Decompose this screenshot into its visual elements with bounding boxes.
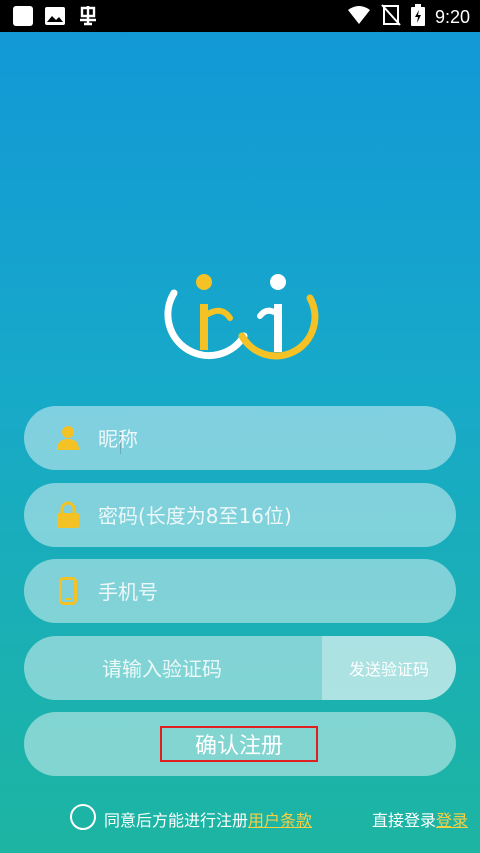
footer: 同意后方能进行注册用户条款 直接登录登录 xyxy=(0,800,480,836)
app-notification-icon xyxy=(76,4,100,32)
direct-login-text: 直接登录 xyxy=(371,811,436,830)
phone-input[interactable] xyxy=(96,559,440,625)
phone-field[interactable] xyxy=(24,559,456,625)
user-icon xyxy=(56,424,80,452)
agree-checkbox[interactable] xyxy=(70,804,96,830)
password-input[interactable] xyxy=(96,483,440,549)
wifi-icon xyxy=(347,5,371,30)
verification-code-input[interactable] xyxy=(100,636,324,700)
direct-login-row: 直接登录登录 xyxy=(372,807,468,831)
login-link[interactable]: 登录 xyxy=(436,811,468,830)
nickname-input[interactable] xyxy=(96,406,440,472)
terms-link[interactable]: 用户条款 xyxy=(248,811,312,830)
image-icon xyxy=(44,5,66,31)
no-sim-icon xyxy=(381,4,401,31)
confirm-register-button[interactable]: 确认注册 xyxy=(24,712,456,776)
battery-icon xyxy=(410,4,425,31)
status-right-icons: 9:20 xyxy=(347,4,470,31)
password-field[interactable] xyxy=(24,483,456,549)
agree-text: 同意后方能进行注册 xyxy=(104,811,249,830)
lock-icon xyxy=(56,501,80,529)
status-time: 9:20 xyxy=(434,7,470,27)
nickname-field[interactable] xyxy=(24,406,456,472)
square-icon xyxy=(12,5,34,31)
phone-icon xyxy=(56,577,80,605)
verification-code-field[interactable]: 发送验证码 xyxy=(24,636,456,700)
status-left-icons xyxy=(12,4,100,32)
confirm-register-label: 确认注册 xyxy=(160,726,318,762)
send-code-button[interactable]: 发送验证码 xyxy=(322,636,456,700)
agree-text-row: 同意后方能进行注册用户条款 xyxy=(104,807,312,831)
app-logo xyxy=(162,268,322,363)
status-bar: 9:20 xyxy=(0,0,480,32)
